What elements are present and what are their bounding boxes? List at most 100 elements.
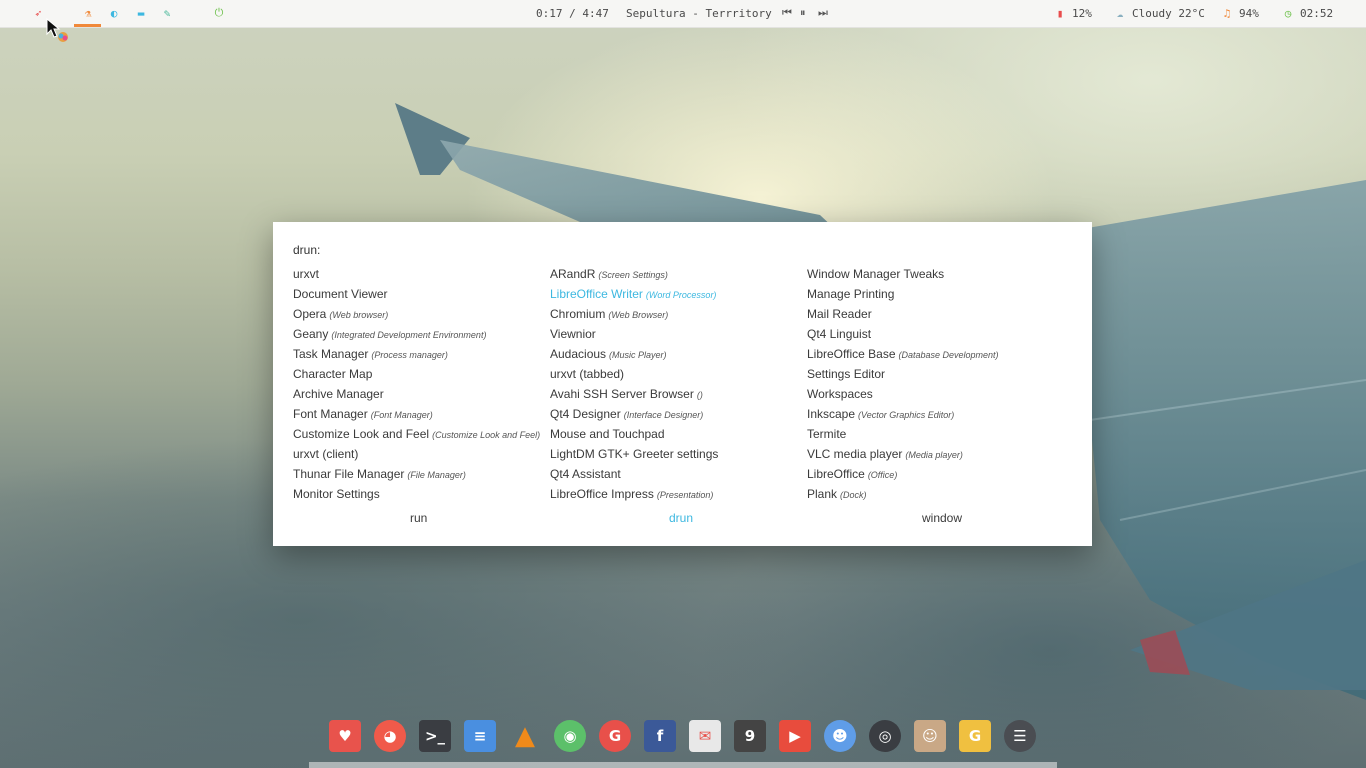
launcher-item-name: Document Viewer [293,287,388,301]
launcher-item[interactable]: LibreOffice Writer (Word Processor) [550,286,807,306]
launcher-item-name: Mouse and Touchpad [550,427,665,441]
launcher-item[interactable]: Mouse and Touchpad [550,426,807,446]
launcher-item[interactable]: LightDM GTK+ Greeter settings [550,446,807,466]
launcher-item-name: LightDM GTK+ Greeter settings [550,447,719,461]
google-plus-icon[interactable]: G [599,720,631,752]
vlc-icon[interactable]: ▲ [509,720,541,752]
launcher-item[interactable]: Termite [807,426,1064,446]
launcher-item[interactable]: Customize Look and Feel (Customize Look a… [293,426,550,446]
pencil-icon[interactable]: ✎ [160,6,174,20]
launcher-item[interactable]: LibreOffice Impress (Presentation) [550,486,807,506]
power-icon[interactable]: ⏻ [212,6,226,20]
launcher-item[interactable]: urxvt (client) [293,446,550,466]
launcher-item[interactable]: Qt4 Linguist [807,326,1064,346]
github-icon[interactable]: ◎ [869,720,901,752]
launcher-column-2: ARandR (Screen Settings) LibreOffice Write… [550,266,807,506]
launcher-item[interactable]: Character Map [293,366,550,386]
launcher-item-name: Task Manager [293,347,369,361]
terminal-icon[interactable]: >_ [419,720,451,752]
next-track-icon[interactable]: ⏭ [818,6,828,20]
launcher-item[interactable]: urxvt (tabbed) [550,366,807,386]
nine-icon[interactable]: 9 [734,720,766,752]
mode-button-window[interactable]: window [922,511,962,525]
rocket-icon[interactable]: ➶ [31,6,45,20]
launcher-item[interactable]: Settings Editor [807,366,1064,386]
launcher-item-description: () [696,390,703,400]
launcher-item-description: (Music Player) [609,350,667,360]
cpu-chart-icon: ▮ [1056,6,1064,20]
launcher-item-description: (Presentation) [656,490,714,500]
launcher-item[interactable]: Inkscape (Vector Graphics Editor) [807,406,1064,426]
reddit-icon[interactable]: ☻ [824,720,856,752]
launcher-item[interactable]: Plank (Dock) [807,486,1064,506]
folder-icon[interactable]: ▬ [134,6,148,20]
launcher-item-name: Archive Manager [293,387,384,401]
launcher-item-description: (File Manager) [407,470,466,480]
clock-icon: ◷ [1284,6,1292,20]
launcher-item[interactable]: Opera (Web browser) [293,306,550,326]
launcher-item[interactable]: Viewnior [550,326,807,346]
launcher-item[interactable]: Task Manager (Process manager) [293,346,550,366]
launcher-item-name: LibreOffice Writer [550,287,643,301]
notes-icon[interactable]: ≡ [464,720,496,752]
launcher-item[interactable]: VLC media player (Media player) [807,446,1064,466]
launcher-item[interactable]: Chromium (Web Browser) [550,306,807,326]
launcher-prompt[interactable]: drun: [293,243,320,257]
launcher-item[interactable]: Archive Manager [293,386,550,406]
launcher-item-description: (Word Processor) [645,290,717,300]
launcher-item[interactable]: LibreOffice (Office) [807,466,1064,486]
launcher-item-name: LibreOffice Base [807,347,896,361]
launcher-item-description: (Process manager) [371,350,448,360]
clock-time: 02:52 [1300,7,1334,20]
launcher-item-name: Geany [293,327,329,341]
launcher-item-description: (Web browser) [329,310,389,320]
launcher-item[interactable]: Geany (Integrated Development Environment… [293,326,550,346]
launcher-item[interactable]: Qt4 Assistant [550,466,807,486]
weather-status: Cloudy 22°C [1132,7,1205,20]
youtube-icon[interactable]: ▶ [779,720,811,752]
moon-icon[interactable]: ◐ [107,6,121,20]
launcher-item[interactable]: Document Viewer [293,286,550,306]
launcher-item-name: Manage Printing [807,287,895,301]
launcher-item-name: Audacious [550,347,607,361]
launcher-item[interactable]: Mail Reader [807,306,1064,326]
launcher-item[interactable]: urxvt [293,266,550,286]
launcher-item-description: (Customize Look and Feel) [432,430,541,440]
pause-icon[interactable]: ⏸ [800,6,806,20]
headphones-icon[interactable]: ♫ [1220,6,1234,20]
launcher-item-name: Qt4 Linguist [807,327,872,341]
launcher-item[interactable]: Audacious (Music Player) [550,346,807,366]
podcast-icon[interactable]: ◉ [554,720,586,752]
launcher-item-name: LibreOffice [807,467,865,481]
launcher-item[interactable]: Window Manager Tweaks [807,266,1064,286]
facebook-icon[interactable]: f [644,720,676,752]
mode-button-run[interactable]: run [410,511,427,525]
launcher-item[interactable]: Thunar File Manager (File Manager) [293,466,550,486]
previous-track-icon[interactable]: ⏮ [782,6,792,20]
files-icon[interactable]: ♥ [329,720,361,752]
launcher-item-name: Plank [807,487,838,501]
launcher-item[interactable]: LibreOffice Base (Database Development) [807,346,1064,366]
launcher-item-name: Mail Reader [807,307,872,321]
launcher-item-description: (Office) [867,470,898,480]
launcher-item[interactable]: Monitor Settings [293,486,550,506]
launcher-item-name: Viewnior [550,327,596,341]
mode-button-drun[interactable]: drun [669,511,693,525]
gmail-icon[interactable]: ✉ [689,720,721,752]
launcher-item-name: urxvt (tabbed) [550,367,625,381]
launcher-item[interactable]: Workspaces [807,386,1064,406]
launcher-item[interactable]: Font Manager (Font Manager) [293,406,550,426]
flask-icon[interactable]: ⚗ [81,6,95,20]
avatar-icon[interactable]: ☺ [914,720,946,752]
launcher-item-name: urxvt (client) [293,447,359,461]
launcher-item-description: (Vector Graphics Editor) [858,410,955,420]
launcher-item[interactable]: Avahi SSH Server Browser() [550,386,807,406]
firefox-icon[interactable]: ◕ [374,720,406,752]
launcher-item[interactable]: Manage Printing [807,286,1064,306]
launcher-item-name: Window Manager Tweaks [807,267,945,281]
launcher-item[interactable]: Qt4 Designer (Interface Designer) [550,406,807,426]
launcher-item-description: (Interface Designer) [623,410,704,420]
launcher-item[interactable]: ARandR (Screen Settings) [550,266,807,286]
guitar-pick-icon[interactable]: G [959,720,991,752]
settings-icon[interactable]: ☰ [1004,720,1036,752]
